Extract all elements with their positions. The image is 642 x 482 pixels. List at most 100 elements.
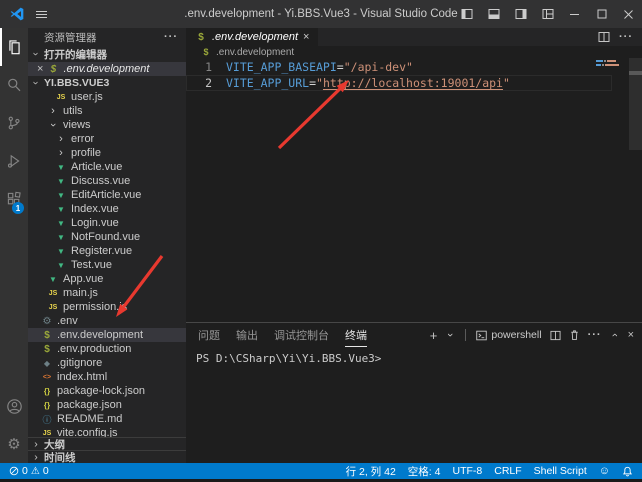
sidebar-title: 资源管理器 <box>44 30 97 45</box>
editor-more-actions-icon[interactable]: ··· <box>619 31 633 43</box>
tree-item-views[interactable]: ›views <box>28 118 186 132</box>
tree-item-package-lock-json[interactable]: {}package-lock.json <box>28 384 186 398</box>
customize-layout-icon[interactable] <box>534 0 561 28</box>
line-number: 1 <box>186 59 212 75</box>
toggle-panel-icon[interactable] <box>480 0 507 28</box>
maximize-panel-icon[interactable]: › <box>609 330 621 340</box>
tree-item-readme-md[interactable]: ⓘ README.md <box>28 412 186 426</box>
terminal-shell-item[interactable]: powershell <box>476 329 541 341</box>
chevron-down-icon: › <box>47 119 59 131</box>
tree-item-utils[interactable]: ›utils <box>28 104 186 118</box>
project-section-header[interactable]: › YI.BBS.VUE3 <box>28 76 186 90</box>
panel-tabs: 问题输出调试控制台终端 <box>198 323 367 347</box>
minimap[interactable] <box>596 60 626 68</box>
cursor-position-item[interactable]: 行 2, 列 42 <box>346 464 396 479</box>
tree-item-app-vue[interactable]: ▼App.vue <box>28 272 186 286</box>
panel-tab-[interactable]: 问题 <box>198 323 220 347</box>
tree-item-label: package.json <box>57 399 122 411</box>
tree-item-login-vue[interactable]: ▼Login.vue <box>28 216 186 230</box>
account-icon[interactable] <box>0 387 28 425</box>
tree-item-editarticle-vue[interactable]: ▼EditArticle.vue <box>28 188 186 202</box>
tree-item-test-vue[interactable]: ▼Test.vue <box>28 258 186 272</box>
encoding-item[interactable]: UTF-8 <box>452 465 482 477</box>
close-panel-icon[interactable]: × <box>628 329 634 341</box>
open-editors-header[interactable]: › 打开的编辑器 <box>28 46 186 62</box>
new-terminal-icon[interactable]: + <box>430 328 438 343</box>
tree-item-profile[interactable]: ›profile <box>28 146 186 160</box>
split-editor-icon[interactable] <box>598 31 610 43</box>
tree-item-label: vite.config.js <box>57 427 118 437</box>
file-tree: JSuser.js›utils›views›error›profile▼Arti… <box>28 90 186 437</box>
tree-item-env-production[interactable]: $.env.production <box>28 342 186 356</box>
explorer-icon[interactable] <box>0 28 28 66</box>
kill-terminal-icon[interactable] <box>569 329 580 341</box>
close-editor-icon[interactable]: × <box>37 63 43 75</box>
code-line-1[interactable]: 1VITE_APP_BASEAPI="/api-dev" <box>186 59 612 75</box>
settings-gear-icon[interactable]: ⚙ <box>0 425 28 463</box>
token-str: " <box>316 75 323 91</box>
open-editor-env-development[interactable]: ×$.env.development <box>28 62 186 76</box>
chevron-down-icon: › <box>30 49 42 59</box>
js-icon: JS <box>47 290 59 297</box>
panel-tab-[interactable]: 调试控制台 <box>274 323 329 347</box>
maximize-button[interactable] <box>588 0 615 28</box>
status-bar: 0 ⚠ 0 行 2, 列 42 空格: 4 UTF-8 CRLF Shell S… <box>0 463 642 479</box>
split-terminal-icon[interactable] <box>550 330 561 341</box>
search-icon[interactable] <box>0 66 28 104</box>
breadcrumb[interactable]: $ .env.development <box>186 46 642 58</box>
language-mode-item[interactable]: Shell Script <box>534 465 587 477</box>
tab-env-development[interactable]: $ .env.development × <box>186 28 318 46</box>
terminal-dropdown-icon[interactable]: › <box>444 330 456 340</box>
tree-item-main-js[interactable]: JSmain.js <box>28 286 186 300</box>
tree-item-user-js[interactable]: JSuser.js <box>28 90 186 104</box>
tree-item-vite-config-js[interactable]: JSvite.config.js <box>28 426 186 437</box>
gear-icon: ⚙ <box>41 316 53 327</box>
outline-section-header[interactable]: › 大纲 <box>28 437 186 450</box>
run-and-debug-icon[interactable] <box>0 142 28 180</box>
tree-item-label: README.md <box>57 413 122 425</box>
tree-item-article-vue[interactable]: ▼Article.vue <box>28 160 186 174</box>
tree-item-gitignore[interactable]: ◆.gitignore <box>28 356 186 370</box>
tree-item-discuss-vue[interactable]: ▼Discuss.vue <box>28 174 186 188</box>
code-line-2[interactable]: 2VITE_APP_URL="http://localhost:19001/ap… <box>186 75 612 91</box>
activity-bar: 1 ⚙ <box>0 28 28 463</box>
feedback-icon[interactable]: ☺ <box>599 465 610 477</box>
info-icon: ⓘ <box>41 413 53 426</box>
html-icon: <> <box>41 374 53 381</box>
extensions-icon[interactable]: 1 <box>0 180 28 218</box>
terminal-output[interactable]: PS D:\CSharp\Yi\Yi.BBS.Vue3> <box>186 347 642 463</box>
tree-item-env-development[interactable]: $.env.development <box>28 328 186 342</box>
tree-item-package-json[interactable]: {}package.json <box>28 398 186 412</box>
toggle-secondary-sidebar-icon[interactable] <box>507 0 534 28</box>
menu-hamburger-icon[interactable] <box>35 8 48 21</box>
vue-icon: ▼ <box>55 177 67 186</box>
minimize-button[interactable] <box>561 0 588 28</box>
token-str-link[interactable]: http://localhost:19001/api <box>323 75 503 91</box>
tree-item-index-html[interactable]: <>index.html <box>28 370 186 384</box>
tab-close-icon[interactable]: × <box>303 31 309 43</box>
token-op: = <box>309 75 316 91</box>
indentation-item[interactable]: 空格: 4 <box>408 464 441 479</box>
panel-tab-[interactable]: 终端 <box>345 323 367 347</box>
tree-item-error[interactable]: ›error <box>28 132 186 146</box>
notifications-bell-icon[interactable] <box>622 466 633 477</box>
sidebar-more-actions-icon[interactable]: ··· <box>164 31 178 43</box>
source-control-icon[interactable] <box>0 104 28 142</box>
code-editor[interactable]: 1VITE_APP_BASEAPI="/api-dev"2VITE_APP_UR… <box>186 58 642 322</box>
close-button[interactable] <box>615 0 642 28</box>
panel-tab-[interactable]: 输出 <box>236 323 258 347</box>
timeline-section-header[interactable]: › 时间线 <box>28 450 186 463</box>
tree-item-env[interactable]: ⚙.env <box>28 314 186 328</box>
toggle-primary-sidebar-icon[interactable] <box>453 0 480 28</box>
chevron-right-icon: › <box>47 105 59 117</box>
tree-item-register-vue[interactable]: ▼Register.vue <box>28 244 186 258</box>
env-file-icon: $ <box>195 32 207 43</box>
tree-item-permission-js[interactable]: JSpermission.js <box>28 300 186 314</box>
tree-item-index-vue[interactable]: ▼Index.vue <box>28 202 186 216</box>
tree-item-label: profile <box>71 147 101 159</box>
panel-more-actions-icon[interactable]: ··· <box>588 329 602 341</box>
tree-item-notfound-vue[interactable]: ▼NotFound.vue <box>28 230 186 244</box>
eol-item[interactable]: CRLF <box>494 465 521 477</box>
problems-status-item[interactable]: 0 ⚠ 0 <box>9 465 49 477</box>
tree-item-label: package-lock.json <box>57 385 145 397</box>
